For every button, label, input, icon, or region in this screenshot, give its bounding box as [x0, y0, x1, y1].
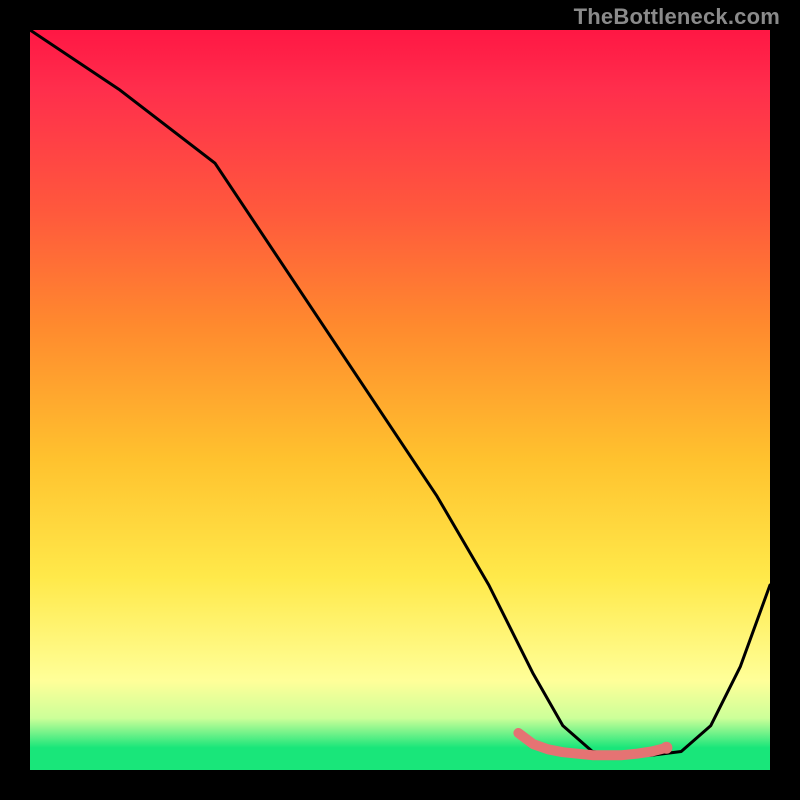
- highlight-end-dot: [660, 742, 672, 754]
- chart-overlay: [30, 30, 770, 770]
- bottleneck-curve-line: [30, 30, 770, 755]
- chart-container: TheBottleneck.com: [0, 0, 800, 800]
- plot-area: [30, 30, 770, 770]
- watermark-text: TheBottleneck.com: [574, 4, 780, 30]
- highlight-segment-line: [518, 733, 666, 755]
